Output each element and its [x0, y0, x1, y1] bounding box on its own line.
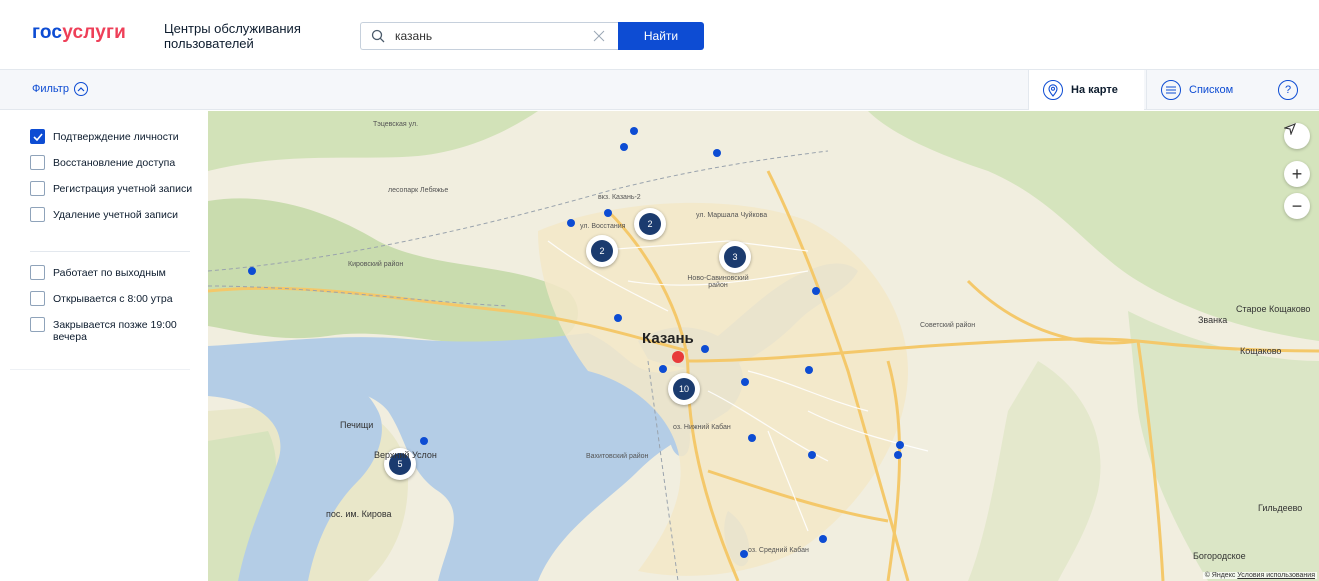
checkbox[interactable]: [30, 155, 45, 170]
checkbox[interactable]: [30, 181, 45, 196]
map-pin-icon: [1043, 80, 1063, 100]
geolocate-button[interactable]: [1284, 123, 1310, 149]
checkbox[interactable]: [30, 265, 45, 280]
map-label-koshchakovo: Кощаково: [1240, 346, 1282, 356]
clear-search-icon[interactable]: [591, 28, 607, 44]
checkbox[interactable]: [30, 291, 45, 306]
map-label-pechishchi: Печищи: [340, 420, 374, 430]
filter-closes-after-19[interactable]: Закрывается позже 19:00 вечера: [30, 317, 200, 343]
tab-list-view[interactable]: Списком: [1146, 70, 1256, 110]
toolbar: Фильтр На карте Списком ?: [0, 70, 1319, 110]
filter-weekends[interactable]: Работает по выходным: [30, 265, 200, 280]
cluster-marker[interactable]: 3: [719, 241, 751, 273]
tab-map-label: На карте: [1071, 84, 1118, 96]
divider: [30, 251, 190, 252]
map-label-chuykova: ул. Маршала Чуйкова: [696, 212, 768, 219]
cluster-marker[interactable]: 2: [634, 208, 666, 240]
map-label-verkhny-uslon: Верхний Услон: [374, 450, 437, 460]
filter-opens-8am[interactable]: Открывается с 8:00 утра: [30, 291, 200, 306]
cluster-marker[interactable]: 2: [586, 235, 618, 267]
checkbox-checked-icon[interactable]: [30, 129, 45, 144]
search-icon: [371, 29, 385, 43]
map-label-novo-savinovsky: Ново-Савиновский район: [687, 275, 749, 289]
service-filter-group: Подтверждение личности Восстановление до…: [30, 129, 200, 235]
chevron-up-icon: [73, 82, 88, 96]
cluster-count: 2: [639, 213, 661, 235]
zoom-in-button[interactable]: +: [1284, 161, 1310, 187]
street-label: Тэцевская ул.: [373, 121, 419, 128]
filter-identity-confirmation[interactable]: Подтверждение личности: [30, 129, 200, 144]
map-label-nizhny-kaban: оз. Нижний Кабан: [673, 424, 731, 431]
arrow-locate-icon: [1284, 123, 1296, 135]
filter-access-recovery[interactable]: Восстановление доступа: [30, 155, 200, 170]
list-icon: [1161, 80, 1181, 100]
zoom-out-button[interactable]: −: [1284, 193, 1310, 219]
map-label-gildeevo: Гильдеево: [1258, 503, 1303, 513]
tab-list-label: Списком: [1189, 84, 1234, 96]
map-label-lesopark: лесопарк Лебяжье: [388, 187, 449, 194]
map-label-pos-kirova: пос. им. Кирова: [326, 509, 392, 519]
divider: [10, 369, 190, 370]
schedule-filter-group: Работает по выходным Открывается с 8:00 …: [30, 265, 200, 356]
map-city-kazan: Казань: [642, 330, 694, 347]
search-input[interactable]: [395, 27, 585, 45]
header: госуслуги Центры обслуживания пользовате…: [0, 0, 1319, 70]
map-area[interactable]: 2 2 3 10 5 Тэцевская ул. лесопарк Лебяжье Ки…: [208, 111, 1319, 581]
filter-account-registration[interactable]: Регистрация учетной записи: [30, 181, 200, 196]
map-label-vosstaniya: ул. Восстания: [580, 223, 626, 230]
filter-label: Фильтр: [32, 83, 69, 95]
filter-sidebar: Подтверждение личности Восстановление до…: [0, 111, 208, 581]
filter-account-deletion[interactable]: Удаление учетной записи: [30, 207, 200, 222]
filter-toggle[interactable]: Фильтр: [32, 82, 88, 96]
search-button[interactable]: Найти: [618, 22, 704, 50]
map-label-zvanka: Званка: [1198, 315, 1228, 325]
checkbox[interactable]: [30, 317, 45, 332]
help-icon: ?: [1278, 80, 1298, 100]
cluster-marker[interactable]: 10: [668, 373, 700, 405]
map-label-vakhitovsky: Вахитовский район: [586, 453, 649, 460]
terms-of-use-link[interactable]: Условия использования: [1237, 572, 1315, 579]
map-label-staroe-koshchakovo: Старое Кощаково: [1236, 304, 1311, 314]
help-button[interactable]: ?: [1270, 70, 1310, 110]
gosuslugi-logo[interactable]: госуслуги: [32, 22, 126, 44]
map-label-sredny-kaban: оз. Средний Кабан: [748, 547, 809, 554]
cluster-count: 10: [673, 378, 695, 400]
map-label-vkz-kazan2: вкз. Казань-2: [598, 194, 641, 201]
tab-map-view[interactable]: На карте: [1028, 70, 1144, 110]
map-label-kirovsky: Кировский район: [348, 261, 404, 268]
map-label-bogorodskoe: Богородское: [1193, 551, 1246, 561]
checkbox[interactable]: [30, 207, 45, 222]
search-box: [360, 22, 618, 50]
map-label-sovetsky: Советский район: [920, 322, 976, 329]
page-title: Центры обслуживания пользователей: [164, 21, 301, 51]
cluster-count: 3: [724, 246, 746, 268]
map-copyright: © Яндекс Условия использования: [1202, 572, 1317, 579]
cluster-count: 2: [591, 240, 613, 262]
